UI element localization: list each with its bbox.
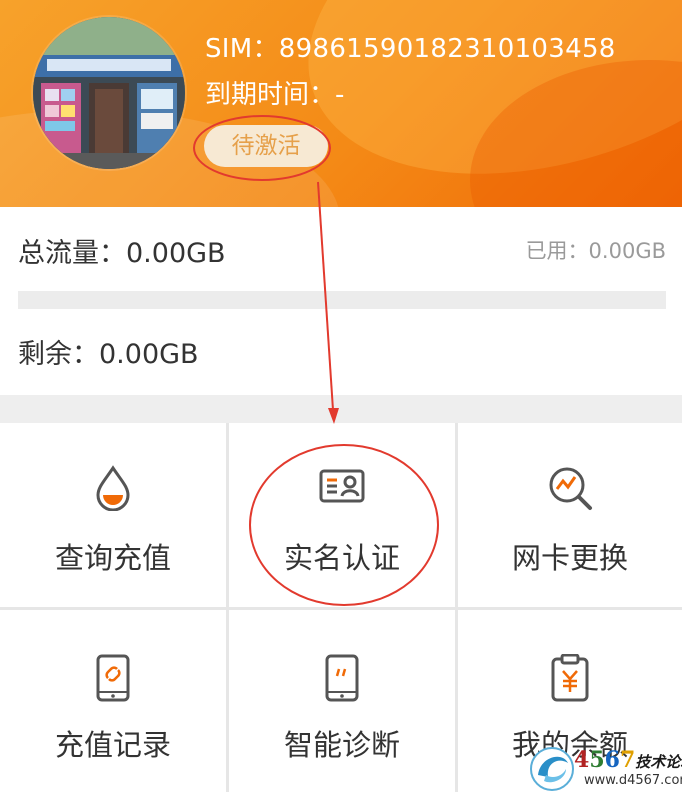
yuan-clipboard-icon — [551, 654, 589, 702]
used-traffic: 已用：0.00GB — [525, 239, 666, 263]
profile-header: SIM：89861590182310103458 到期时间：- 待激活 — [0, 0, 682, 207]
forum-logo-icon — [530, 747, 574, 791]
watermark-url: www.d4567.com — [584, 773, 682, 788]
total-traffic: 总流量：0.00GB — [18, 238, 226, 269]
menu-item-card-replace[interactable]: 网卡更换 — [458, 423, 682, 607]
annotation-circle — [249, 444, 439, 606]
menu-item-label: 查询充值 — [54, 541, 171, 575]
sim-number: SIM：89861590182310103458 — [205, 34, 616, 64]
avatar[interactable] — [33, 17, 185, 169]
site-watermark: 4567技术论坛 www.d4567.com — [528, 745, 682, 792]
menu-item-label: 网卡更换 — [511, 541, 628, 575]
phone-diagnose-icon — [325, 654, 359, 702]
phone-link-icon — [96, 654, 130, 702]
menu-item-recharge-records[interactable]: 充值记录 — [0, 610, 226, 792]
search-chart-icon — [549, 467, 592, 510]
usage-progress-bar — [18, 291, 666, 309]
menu-item-query-recharge[interactable]: 查询充值 — [0, 423, 226, 607]
storefront-photo-icon — [33, 17, 185, 169]
expire-time: 到期时间：- — [205, 80, 345, 110]
water-drop-icon — [96, 465, 130, 511]
menu-item-label: 智能诊断 — [283, 728, 400, 762]
remaining-traffic: 剩余：0.00GB — [18, 339, 199, 370]
section-divider — [0, 395, 682, 423]
watermark-title: 4567技术论坛 — [574, 747, 682, 773]
menu-item-label: 充值记录 — [54, 728, 171, 762]
annotation-circle — [193, 115, 331, 181]
traffic-panel: 总流量：0.00GB 已用：0.00GB 剩余：0.00GB — [0, 207, 682, 395]
menu-item-smart-diagnosis[interactable]: 智能诊断 — [229, 610, 455, 792]
